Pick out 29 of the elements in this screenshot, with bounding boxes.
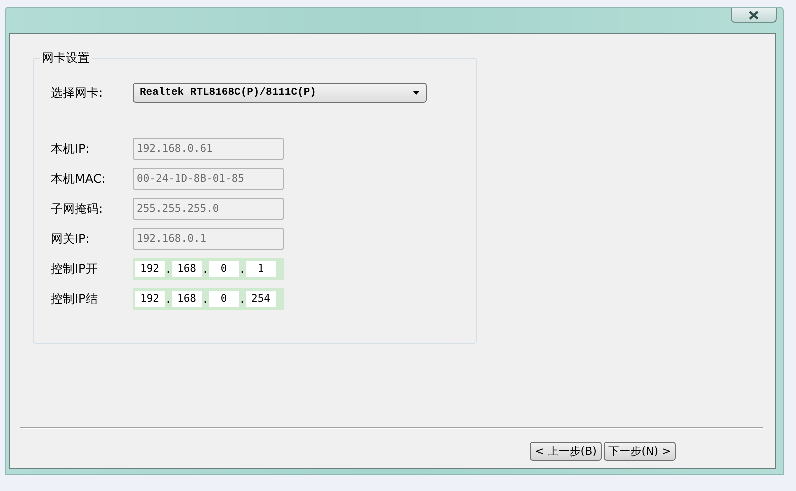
separator-dot: . bbox=[165, 294, 172, 307]
octet-input[interactable]: 0 bbox=[209, 291, 239, 307]
field-label: 控制IP结 bbox=[51, 290, 99, 308]
field-label: 本机IP: bbox=[51, 140, 91, 158]
dropdown-arrow-icon bbox=[413, 91, 420, 95]
field-label: 选择网卡: bbox=[51, 84, 104, 102]
close-button[interactable] bbox=[731, 8, 777, 23]
octet-input[interactable]: 1 bbox=[246, 261, 276, 277]
separator-dot: . bbox=[202, 294, 209, 307]
field-label: 网关IP: bbox=[51, 230, 91, 248]
close-icon bbox=[748, 10, 760, 20]
octet-input[interactable]: 254 bbox=[246, 291, 276, 307]
adapter-dropdown[interactable]: Realtek RTL8168C(P)/8111C(P) bbox=[133, 83, 427, 103]
octet-input[interactable]: 192 bbox=[135, 261, 165, 277]
back-button[interactable]: < 上一步(B) bbox=[530, 442, 602, 461]
octet-input[interactable]: 168 bbox=[172, 291, 202, 307]
ip-address-field[interactable]: 192 . 168 . 0 . 254 bbox=[133, 288, 284, 310]
next-button[interactable]: 下一步(N) > bbox=[604, 442, 676, 461]
ip-address-field[interactable]: 192 . 168 . 0 . 1 bbox=[133, 258, 284, 280]
separator-dot: . bbox=[239, 294, 246, 307]
separator-dot: . bbox=[165, 264, 172, 277]
field-label: 子网掩码: bbox=[51, 200, 104, 218]
field-label: 本机MAC: bbox=[51, 170, 107, 188]
field-label: 控制IP开 bbox=[51, 260, 99, 278]
separator-dot: . bbox=[202, 264, 209, 277]
octet-input[interactable]: 0 bbox=[209, 261, 239, 277]
octet-input[interactable]: 168 bbox=[172, 261, 202, 277]
octet-input[interactable]: 192 bbox=[135, 291, 165, 307]
separator-dot: . bbox=[239, 264, 246, 277]
